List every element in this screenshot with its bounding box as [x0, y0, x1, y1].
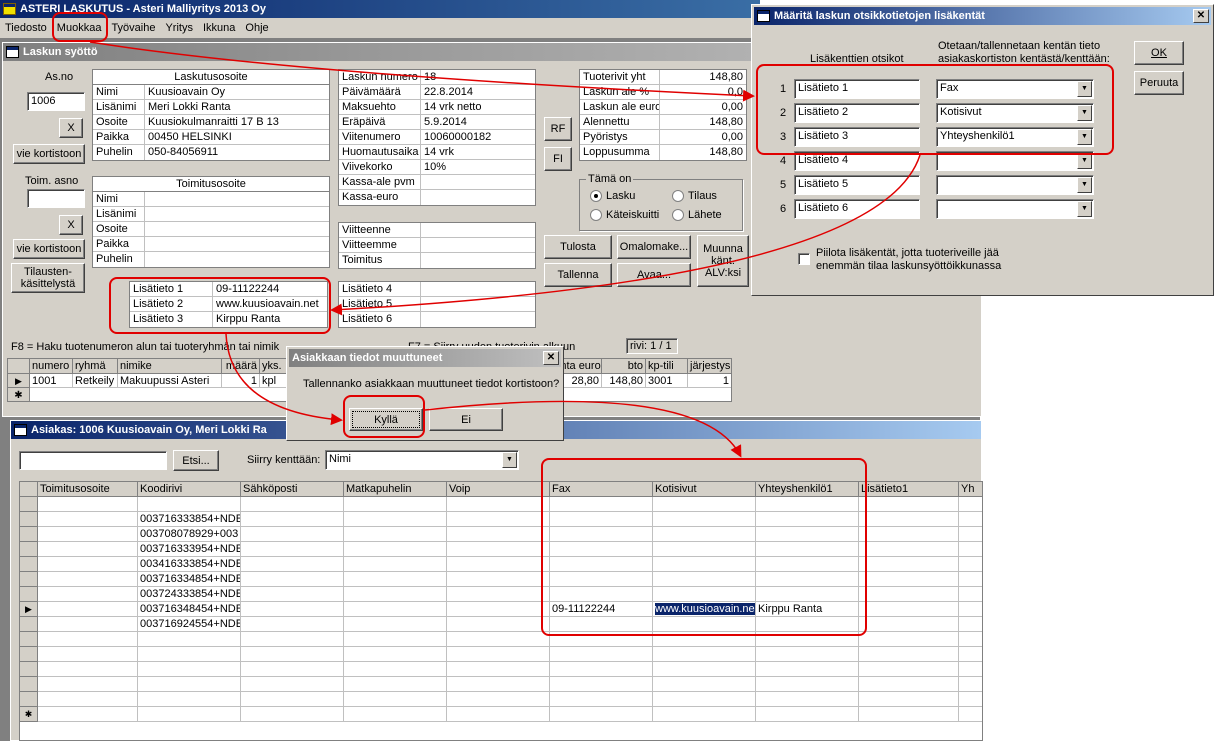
annotation-arrows: [89, 41, 921, 458]
annotation-arrow: [89, 41, 755, 102]
annotation-arrow: [225, 333, 343, 426]
annotation-arrow: [330, 154, 921, 316]
annotation-arrow: [424, 400, 742, 458]
